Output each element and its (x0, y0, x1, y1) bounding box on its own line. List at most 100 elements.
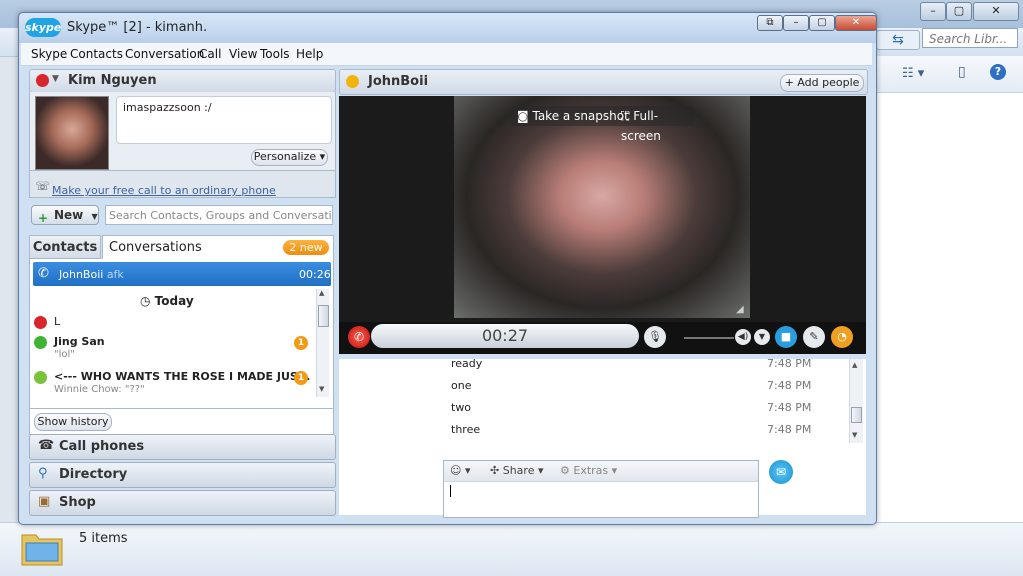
message-time: 7:48 PM (767, 423, 812, 436)
video-camera-icon[interactable]: ■ (775, 326, 797, 348)
chevron-down-icon: ▼ (91, 212, 98, 221)
conversation-header: JohnBoii + Add people (339, 69, 868, 95)
skype-titlebar: skype Skype™ [2] - kimanh. ⧉ – ▢ ✕ (19, 13, 877, 43)
scroll-up-icon[interactable]: ▲ (319, 289, 324, 297)
message-input[interactable]: ☺ ▾ ✣ Share ▾ ⚙ Extras ▾ (443, 460, 759, 518)
tab-contacts[interactable]: Contacts (29, 235, 101, 259)
menu-tools[interactable]: Tools (260, 47, 290, 61)
add-contact-icon: + (38, 211, 49, 225)
resize-grip-icon[interactable]: ◢ (736, 304, 744, 315)
active-call-contact: JohnBoii afk (59, 268, 124, 281)
snapshot-button[interactable]: ◙ Take a snapshot (517, 106, 629, 126)
tab-conversations[interactable]: Conversations 2 new (102, 235, 334, 259)
scrollbar-thumb[interactable] (318, 305, 329, 327)
list-item[interactable]: L (34, 314, 318, 334)
preview-pane-icon[interactable]: ▯ (958, 64, 966, 80)
personalize-button[interactable]: Personalize ▾ (251, 149, 328, 166)
chevron-down-icon[interactable]: ▼ (754, 329, 770, 345)
close-button[interactable]: ✕ (835, 15, 877, 31)
free-call-link[interactable]: Make your free call to an ordinary phone (52, 184, 276, 197)
explorer-minimize-button[interactable]: – (920, 2, 946, 21)
new-count-badge: 2 new (283, 240, 329, 255)
search-input[interactable]: Search Contacts, Groups and Conversatio.… (105, 205, 333, 225)
shopping-bag-icon: ▣ (38, 494, 51, 509)
call-quality-icon[interactable]: ◔ (831, 326, 853, 348)
chevron-down-icon[interactable]: ▼ (52, 74, 59, 84)
status-offline-icon (34, 316, 47, 329)
scrollbar-thumb[interactable] (851, 407, 862, 423)
maximize-button[interactable]: ▢ (809, 15, 835, 31)
menu-help[interactable]: Help (296, 47, 323, 61)
message-time: 7:48 PM (767, 379, 812, 392)
menu-conversation[interactable]: Conversation (125, 47, 204, 61)
new-button[interactable]: + New ▼ (31, 205, 99, 225)
skype-logo-icon: skype (25, 18, 61, 37)
contacts-panel: ▼ Kim Nguyen imaspazzsoon :/ Personalize… (29, 69, 336, 516)
phone-icon: ✆ (38, 266, 49, 281)
scroll-down-icon[interactable]: ▼ (319, 385, 324, 393)
video-feed[interactable]: ◙ Take a snapshot ⛶ Full-screen ◢ (454, 96, 750, 318)
list-item[interactable]: Jing San "lol" 1 (34, 334, 318, 366)
contact-name: <--- WHO WANTS THE ROSE I MADE JUS... (54, 370, 311, 383)
call-timer: 00:27 (371, 324, 639, 348)
chat-scrollbar[interactable]: ▲ ▼ (849, 359, 863, 443)
minimize-button[interactable]: – (783, 15, 809, 31)
status-offline-icon[interactable] (36, 74, 49, 87)
emoticon-icon[interactable]: ☺ ▾ (450, 464, 471, 477)
phone-icon: ☏ (35, 179, 51, 193)
active-call-item[interactable]: ✆ JohnBoii afk 00:26 (33, 262, 331, 286)
share-icon: ✣ (490, 464, 500, 477)
share-button[interactable]: ✣ Share ▾ (490, 464, 543, 477)
text-caret (450, 485, 451, 497)
hang-up-button[interactable]: ✆ (348, 326, 370, 348)
explorer-close-button[interactable]: ✕ (973, 2, 1019, 21)
menu-bar: Skype Contacts Conversation Call View To… (21, 43, 872, 66)
conversation-scrollbar[interactable]: ▲ ▼ (316, 289, 329, 397)
contact-name: Jing San (54, 335, 105, 348)
chat-message: three (451, 423, 481, 436)
fullscreen-button[interactable]: ⛶ Full-screen (621, 106, 694, 146)
extras-button[interactable]: ⚙ Extras ▾ (560, 464, 617, 477)
volume-slider[interactable] (684, 337, 734, 339)
unread-badge: 1 (294, 371, 308, 385)
call-phones-button[interactable]: ☎ Call phones (29, 434, 336, 460)
conversation-contact-name[interactable]: JohnBoii (368, 74, 428, 89)
explorer-toolbar: ☷ ▾ ▯ ? (876, 56, 1023, 93)
call-controls: ✆ 00:27 🎙 ◀) ▼ ■ ✎ ◔ (339, 322, 866, 354)
im-toggle-icon[interactable]: ✎ (803, 326, 825, 348)
profile-header[interactable]: ▼ Kim Nguyen (29, 69, 336, 93)
search-icon: ⚲ (38, 466, 48, 481)
extras-icon: ⚙ (560, 464, 570, 477)
window-title: Skype™ [2] - kimanh. (67, 20, 208, 35)
view-options-icon[interactable]: ☷ ▾ (902, 66, 924, 81)
tab-conversations-label: Conversations (109, 240, 202, 255)
explorer-search-input[interactable]: Search Libr... (922, 28, 1018, 48)
show-history-button[interactable]: Show history (34, 413, 112, 431)
refresh-icon[interactable]: ⇆ (876, 30, 920, 50)
scroll-up-icon[interactable]: ▲ (852, 361, 857, 369)
status-online-icon (34, 336, 47, 349)
camera-icon: ◙ (517, 109, 529, 123)
shop-button[interactable]: ▣ Shop (29, 490, 336, 516)
menu-call[interactable]: Call (199, 47, 221, 61)
scroll-down-icon[interactable]: ▼ (852, 431, 857, 439)
menu-contacts[interactable]: Contacts (70, 47, 123, 61)
list-item[interactable]: <--- WHO WANTS THE ROSE I MADE JUS... Wi… (34, 369, 318, 401)
message-time: 7:48 PM (767, 401, 812, 414)
telephone-icon: ☎ (38, 438, 55, 453)
chat-message: ready (451, 357, 483, 370)
avatar[interactable] (35, 96, 109, 170)
add-people-button[interactable]: + Add people (780, 74, 864, 92)
directory-button[interactable]: ⚲ Directory (29, 462, 336, 488)
menu-view[interactable]: View (229, 47, 257, 61)
menu-skype[interactable]: Skype (31, 47, 67, 61)
shop-label: Shop (59, 495, 96, 510)
send-message-button[interactable]: ✉ (769, 460, 793, 484)
input-toolbar: ☺ ▾ ✣ Share ▾ ⚙ Extras ▾ (444, 461, 758, 482)
speaker-icon[interactable]: ◀) (735, 329, 751, 345)
explorer-maximize-button[interactable]: ▢ (946, 2, 972, 21)
restore-icon[interactable]: ⧉ (757, 15, 783, 31)
mood-message-input[interactable]: imaspazzsoon :/ (116, 96, 332, 144)
help-icon[interactable]: ? (990, 64, 1006, 80)
microphone-icon[interactable]: 🎙 (644, 326, 666, 348)
